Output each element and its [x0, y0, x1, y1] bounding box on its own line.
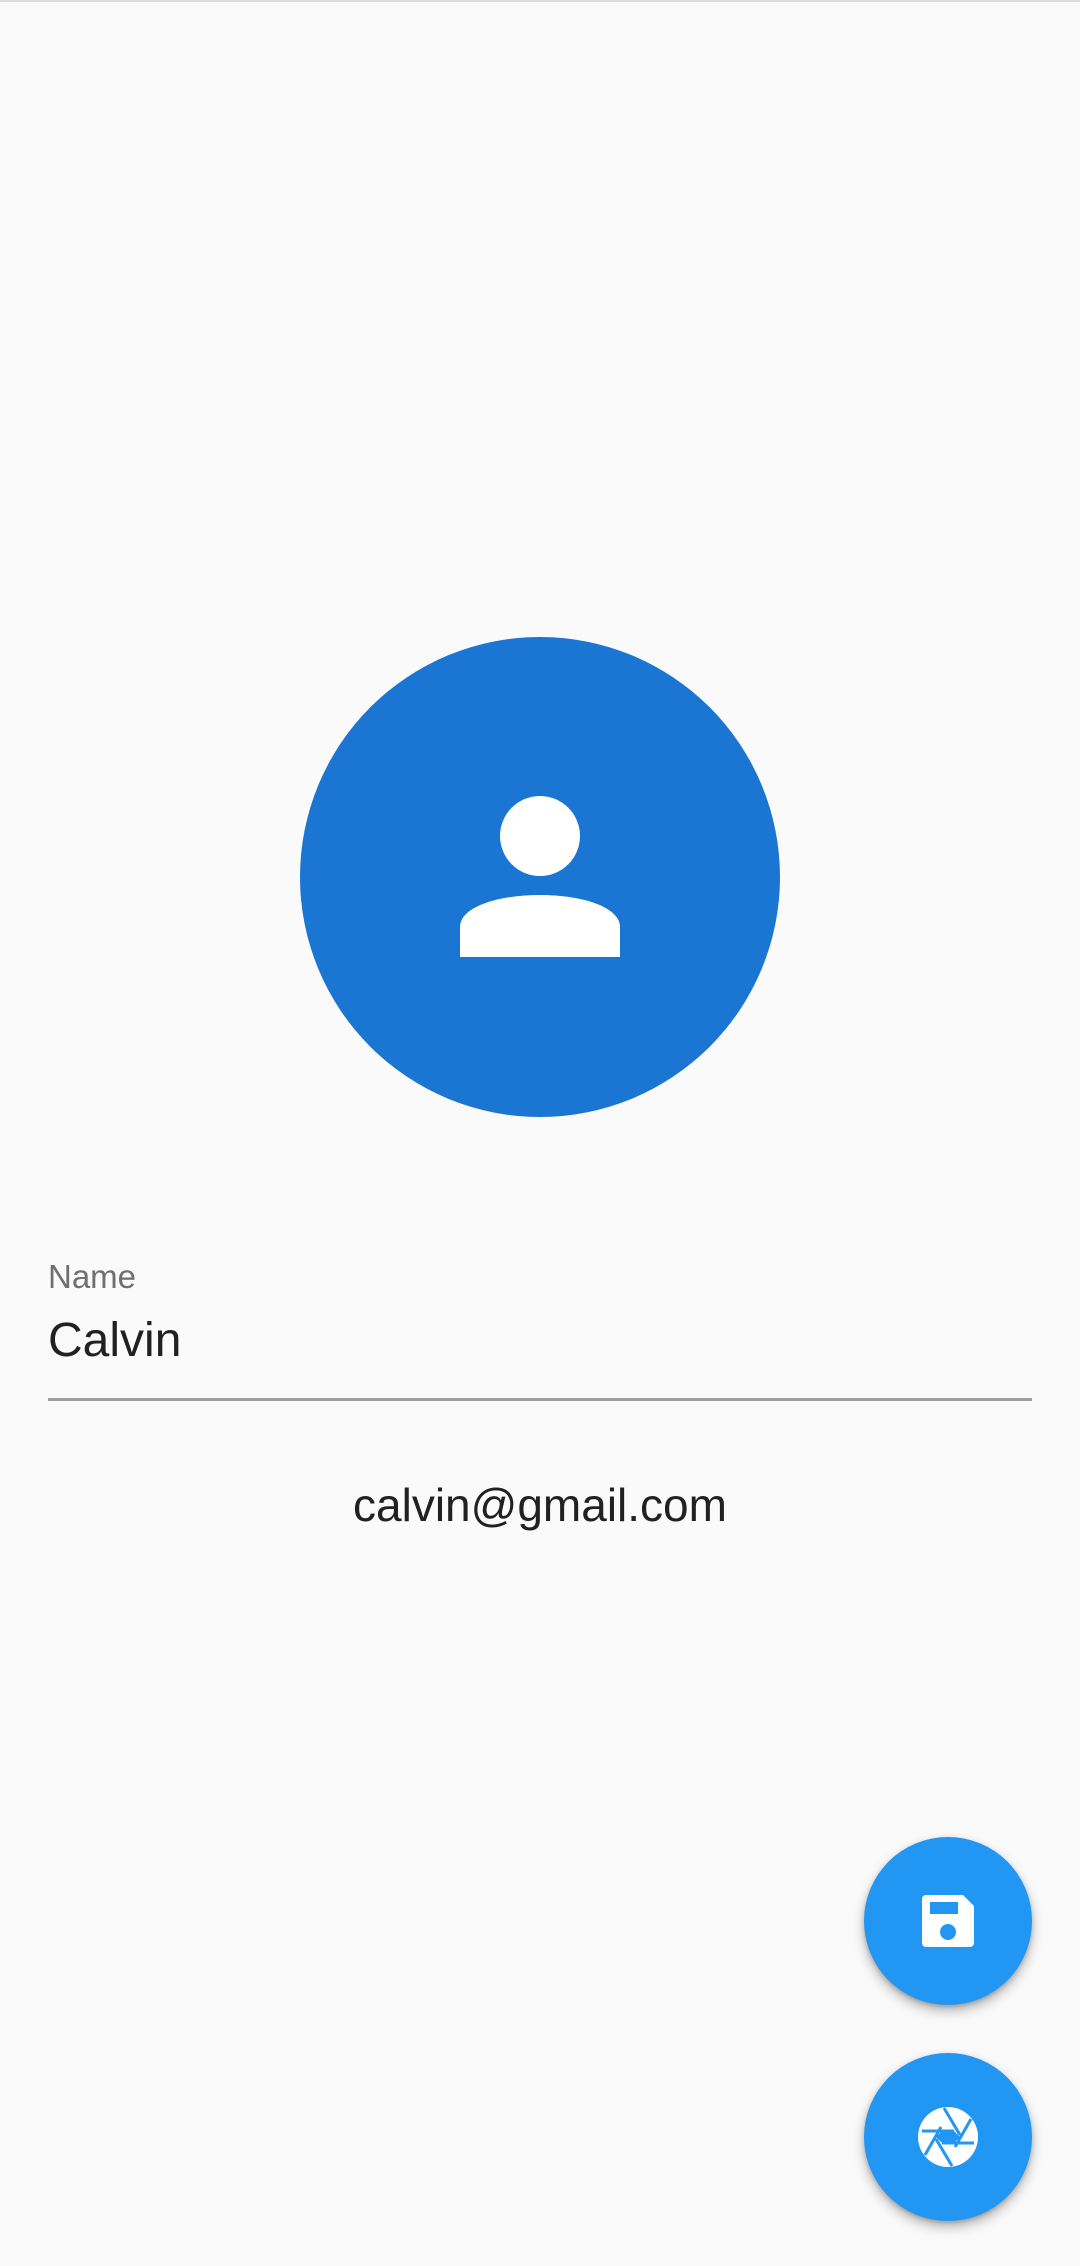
- save-icon: [922, 1895, 974, 1947]
- camera-aperture-icon: [918, 2107, 978, 2167]
- profile-avatar[interactable]: [300, 637, 780, 1117]
- name-field-value[interactable]: Calvin: [48, 1317, 1032, 1365]
- camera-button[interactable]: [864, 2053, 1032, 2221]
- save-button[interactable]: [864, 1837, 1032, 2005]
- name-field-label: Name: [48, 1258, 137, 1295]
- name-field-underline: [48, 1398, 1032, 1401]
- name-field[interactable]: Name Calvin: [48, 1252, 1032, 1401]
- email-text: calvin@gmail.com: [353, 1479, 727, 1531]
- top-divider: [0, 0, 1080, 2]
- person-icon: [460, 796, 620, 957]
